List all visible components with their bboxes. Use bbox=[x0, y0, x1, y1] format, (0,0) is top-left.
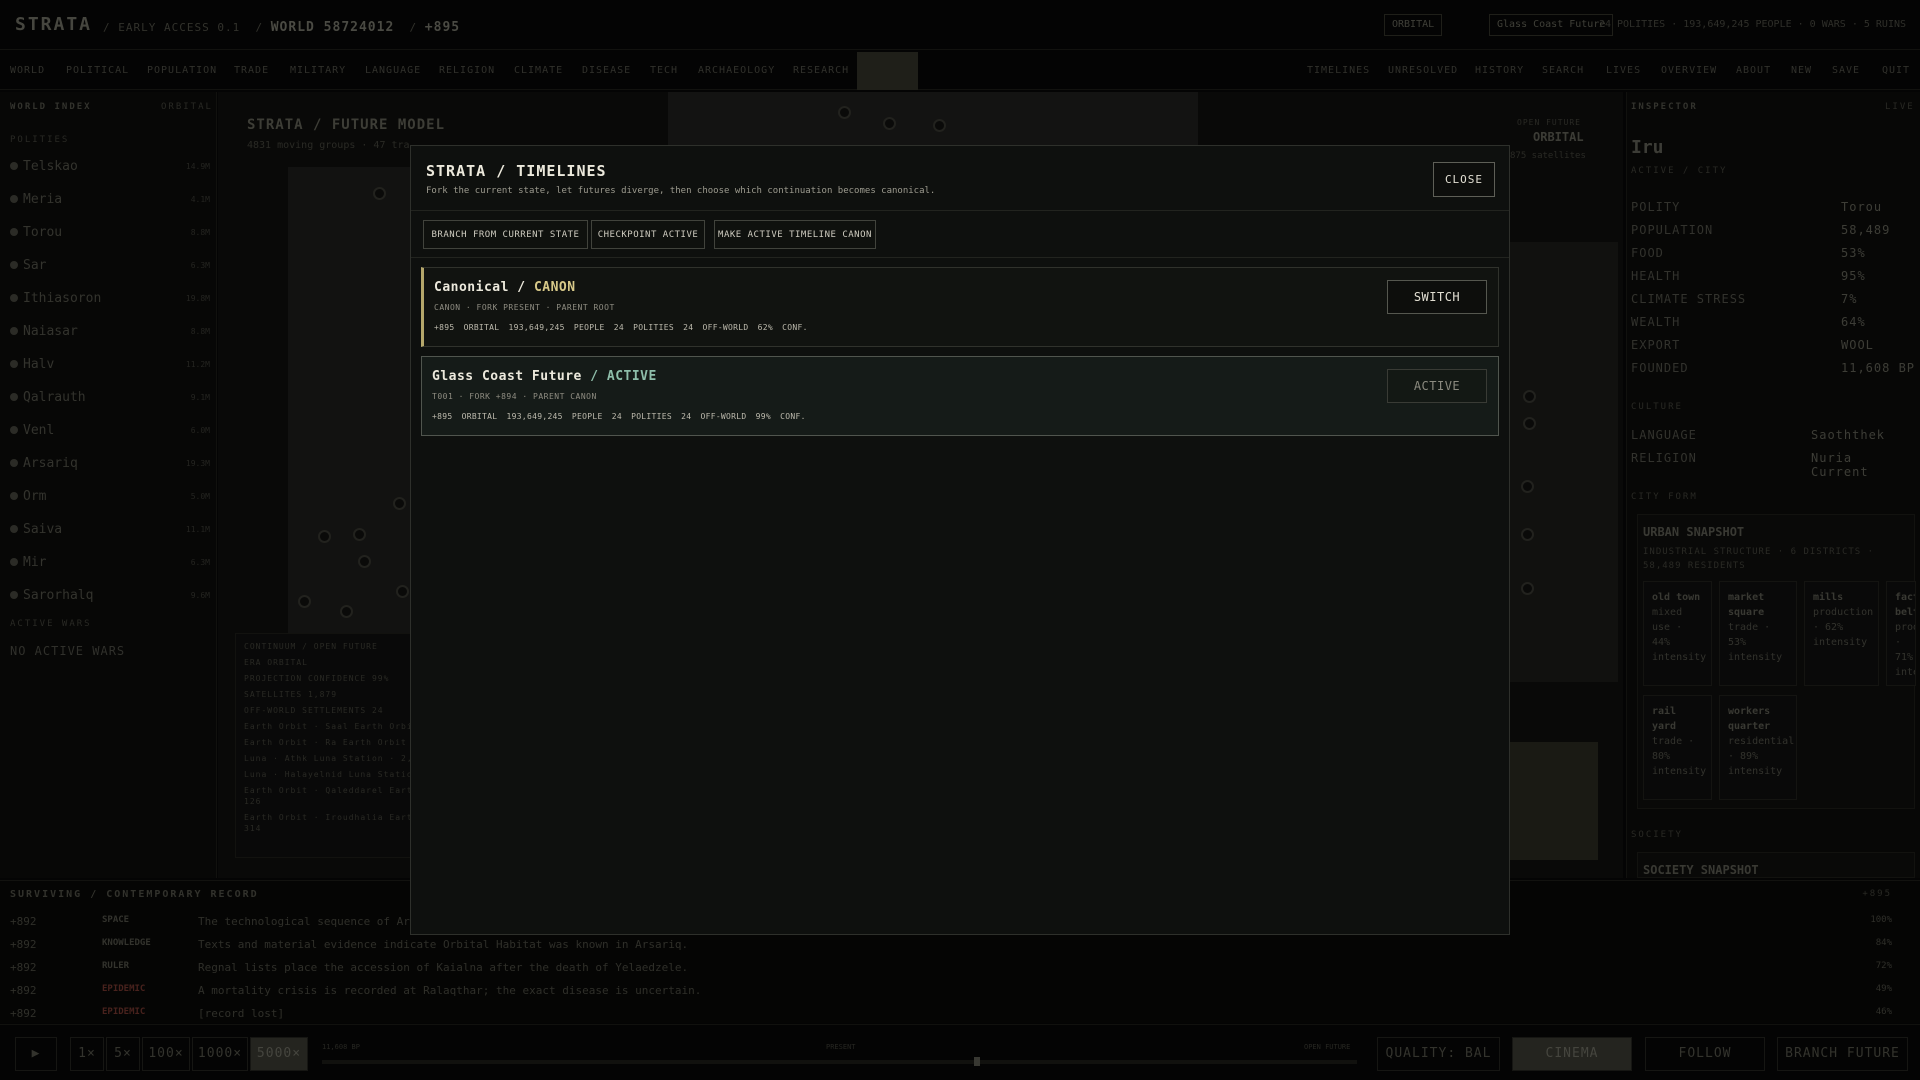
modal-title: STRATA / TIMELINES bbox=[426, 162, 607, 180]
close-button[interactable]: CLOSE bbox=[1433, 162, 1495, 197]
timeline-name: Glass Coast Future / ACTIVE bbox=[432, 369, 657, 384]
checkpoint-active-button[interactable]: CHECKPOINT ACTIVE bbox=[591, 220, 705, 249]
timeline-separator: / bbox=[508, 280, 534, 295]
timeline-stats: +895 ORBITAL 193,649,245 PEOPLE 24 POLIT… bbox=[432, 412, 806, 421]
timeline-card-glass-coast[interactable]: Glass Coast Future / ACTIVE T001 · FORK … bbox=[421, 356, 1499, 436]
timeline-name: Canonical / CANON bbox=[434, 280, 576, 295]
switch-button[interactable]: SWITCH bbox=[1387, 280, 1487, 314]
modal-actions: BRANCH FROM CURRENT STATE CHECKPOINT ACT… bbox=[411, 212, 1509, 258]
timeline-stats: +895 ORBITAL 193,649,245 PEOPLE 24 POLIT… bbox=[434, 323, 808, 332]
timeline-tag: CANON bbox=[533, 280, 576, 295]
branch-from-current-state-button[interactable]: BRANCH FROM CURRENT STATE bbox=[423, 220, 588, 249]
active-button[interactable]: ACTIVE bbox=[1387, 369, 1487, 403]
modal-subtitle: Fork the current state, let futures dive… bbox=[426, 186, 936, 196]
timeline-title: Glass Coast Future bbox=[432, 369, 582, 384]
timeline-separator: / bbox=[581, 369, 607, 384]
timelines-modal: STRATA / TIMELINES Fork the current stat… bbox=[410, 145, 1510, 935]
timeline-title: Canonical bbox=[434, 280, 509, 295]
timeline-tag: ACTIVE bbox=[606, 369, 657, 384]
timeline-card-canonical[interactable]: Canonical / CANON CANON · FORK PRESENT ·… bbox=[421, 267, 1499, 347]
timeline-meta: CANON · FORK PRESENT · PARENT ROOT bbox=[434, 303, 615, 312]
make-active-canon-button[interactable]: MAKE ACTIVE TIMELINE CANON bbox=[714, 220, 876, 249]
timeline-meta: T001 · FORK +894 · PARENT CANON bbox=[432, 392, 597, 401]
modal-header: STRATA / TIMELINES Fork the current stat… bbox=[411, 146, 1509, 211]
